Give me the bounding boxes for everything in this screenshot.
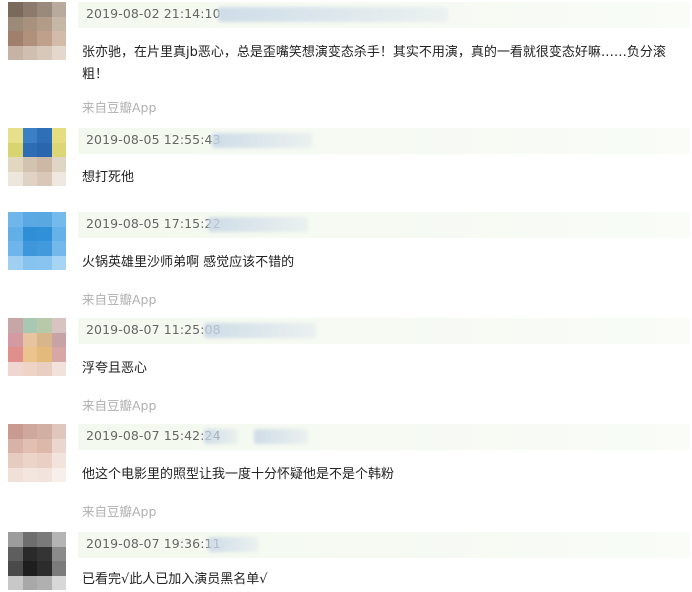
- avatar[interactable]: [8, 2, 66, 60]
- comment-timestamp: 2019-08-05 17:15:22: [86, 216, 221, 231]
- comment-source: 来自豆瓣App: [82, 504, 157, 519]
- blurred-username: [254, 429, 308, 444]
- comment-text: 火锅英雄里沙师弟啊 感觉应该不错的: [82, 255, 295, 270]
- blurred-username: [208, 217, 308, 232]
- comment-timestamp: 2019-08-07 11:25:08: [86, 322, 221, 337]
- comment-text: 已看完√此人已加入演员黑名单√: [82, 572, 268, 587]
- comment-timestamp: 2019-08-05 12:55:43: [86, 132, 221, 147]
- comment-header: 2019-08-05 12:55:43: [78, 128, 690, 154]
- comment-source: 来自豆瓣App: [82, 100, 157, 115]
- comment-timestamp: 2019-08-02 21:14:10: [86, 6, 221, 21]
- comment-timestamp: 2019-08-07 19:36:11: [86, 536, 221, 551]
- comment-text: 他这个电影里的照型让我一度十分怀疑他是不是个韩粉: [82, 467, 395, 482]
- avatar[interactable]: [8, 318, 66, 376]
- blurred-username: [212, 133, 312, 148]
- comment-source: 来自豆瓣App: [82, 292, 157, 307]
- avatar[interactable]: [8, 128, 66, 186]
- avatar[interactable]: [8, 212, 66, 270]
- blurred-username: [218, 7, 448, 22]
- blurred-username: [204, 323, 316, 338]
- comment-header: 2019-08-07 11:25:08: [78, 318, 690, 344]
- comment-header: 2019-08-07 19:36:11: [78, 532, 690, 558]
- comment-header: 2019-08-07 15:42:24: [78, 424, 690, 450]
- comment-text: 张亦驰，在片里真jb恶心，总是歪嘴笑想演变态杀手！其实不用演，真的一看就很变态好…: [82, 45, 666, 82]
- comment-text: 浮夸且恶心: [82, 361, 148, 376]
- blurred-username: [208, 537, 258, 552]
- comment-timestamp: 2019-08-07 15:42:24: [86, 428, 221, 443]
- blurred-username: [204, 429, 238, 444]
- comment-source: 来自豆瓣App: [82, 398, 157, 413]
- comment-header: 2019-08-05 17:15:22: [78, 212, 690, 238]
- avatar[interactable]: [8, 424, 66, 482]
- comment-header: 2019-08-02 21:14:10: [78, 2, 690, 28]
- comment-text: 想打死他: [82, 170, 135, 185]
- avatar[interactable]: [8, 532, 66, 590]
